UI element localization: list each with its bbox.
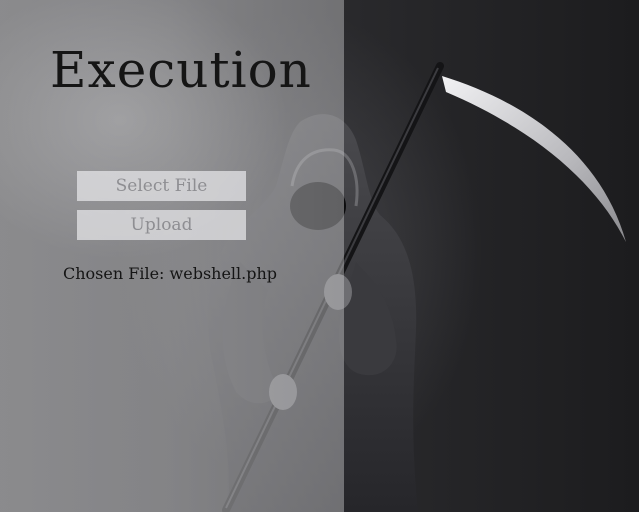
page-title: Execution: [50, 41, 312, 99]
select-file-button[interactable]: Select File: [77, 171, 246, 201]
upload-button[interactable]: Upload: [77, 210, 246, 240]
upload-page: Execution Select File Upload Chosen File…: [0, 0, 639, 512]
chosen-file-label: Chosen File: webshell.php: [63, 264, 278, 283]
